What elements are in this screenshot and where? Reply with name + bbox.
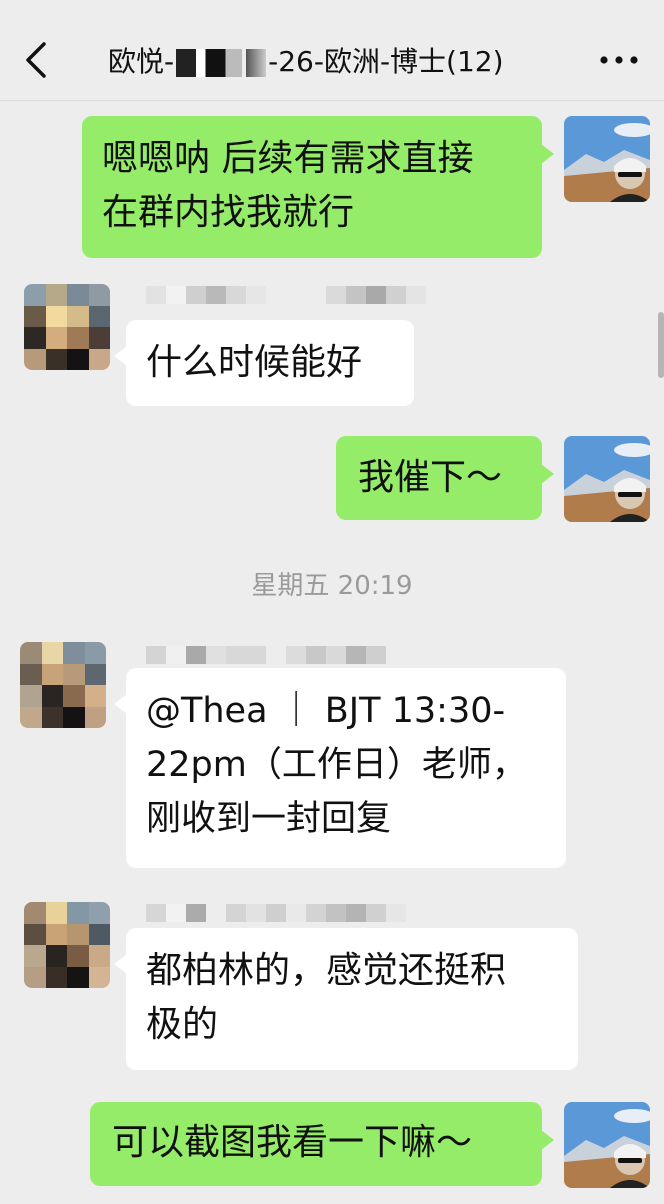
blurred-avatar-icon (24, 284, 110, 370)
message-bubble-received[interactable]: 都柏林的，感觉还挺积 极的 (114, 928, 578, 1070)
message-line: @Thea ｜ BJT 13:30- (146, 691, 506, 731)
more-dots-icon[interactable] (598, 50, 640, 70)
blurred-avatar-icon (24, 902, 110, 988)
message-bubble-received[interactable]: 什么时候能好 (114, 320, 414, 406)
contact-avatar[interactable] (24, 284, 110, 370)
message-line: 什么时候能好 (146, 342, 363, 383)
landscape-photo-icon (564, 436, 650, 522)
scrollbar-thumb[interactable] (658, 312, 664, 378)
message-bubble-sent[interactable]: 嗯嗯呐 后续有需求直接 在群内找我就行 (82, 116, 554, 258)
message-line: 嗯嗯呐 后续有需求直接 (102, 138, 474, 179)
sender-name-redacted (146, 286, 426, 304)
landscape-photo-icon (564, 1102, 650, 1188)
message-bubble-received[interactable]: @Thea ｜ BJT 13:30- 22pm（工作日）老师， 刚收到一封回复 (114, 668, 566, 868)
my-avatar[interactable] (564, 1102, 650, 1188)
message-bubble-sent[interactable]: 可以截图我看一下嘛～ (90, 1102, 554, 1186)
chat-title: 欧悦- -26-欧洲-博士(12) (108, 42, 504, 82)
title-redaction-2 (246, 49, 267, 77)
message-line: 在群内找我就行 (102, 192, 355, 233)
chevron-left-icon[interactable] (22, 40, 50, 80)
sender-name-redacted (146, 904, 406, 922)
title-redaction (176, 49, 243, 77)
message-line: 我催下～ (358, 457, 503, 498)
sender-name-redacted (146, 646, 386, 664)
chat-title-prefix: 欧悦- (108, 45, 175, 78)
message-line: 可以截图我看一下嘛～ (112, 1122, 473, 1163)
message-line: 都柏林的，感觉还挺积 (146, 950, 507, 991)
chat-title-suffix: -26-欧洲-博士(12) (268, 45, 504, 78)
my-avatar[interactable] (564, 436, 650, 522)
chat-timestamp: 星期五 20:19 (251, 571, 413, 601)
chat-header: 欧悦- -26-欧洲-博士(12) (0, 0, 664, 101)
message-line: 刚收到一封回复 (146, 799, 392, 839)
message-bubble-sent[interactable]: 我催下～ (336, 436, 554, 520)
blurred-avatar-icon (20, 642, 106, 728)
contact-avatar[interactable] (20, 642, 106, 728)
my-avatar[interactable] (564, 116, 650, 202)
landscape-photo-icon (564, 116, 650, 202)
message-line: 极的 (146, 1004, 219, 1045)
contact-avatar[interactable] (24, 902, 110, 988)
message-line: 22pm（工作日）老师， (146, 745, 527, 785)
